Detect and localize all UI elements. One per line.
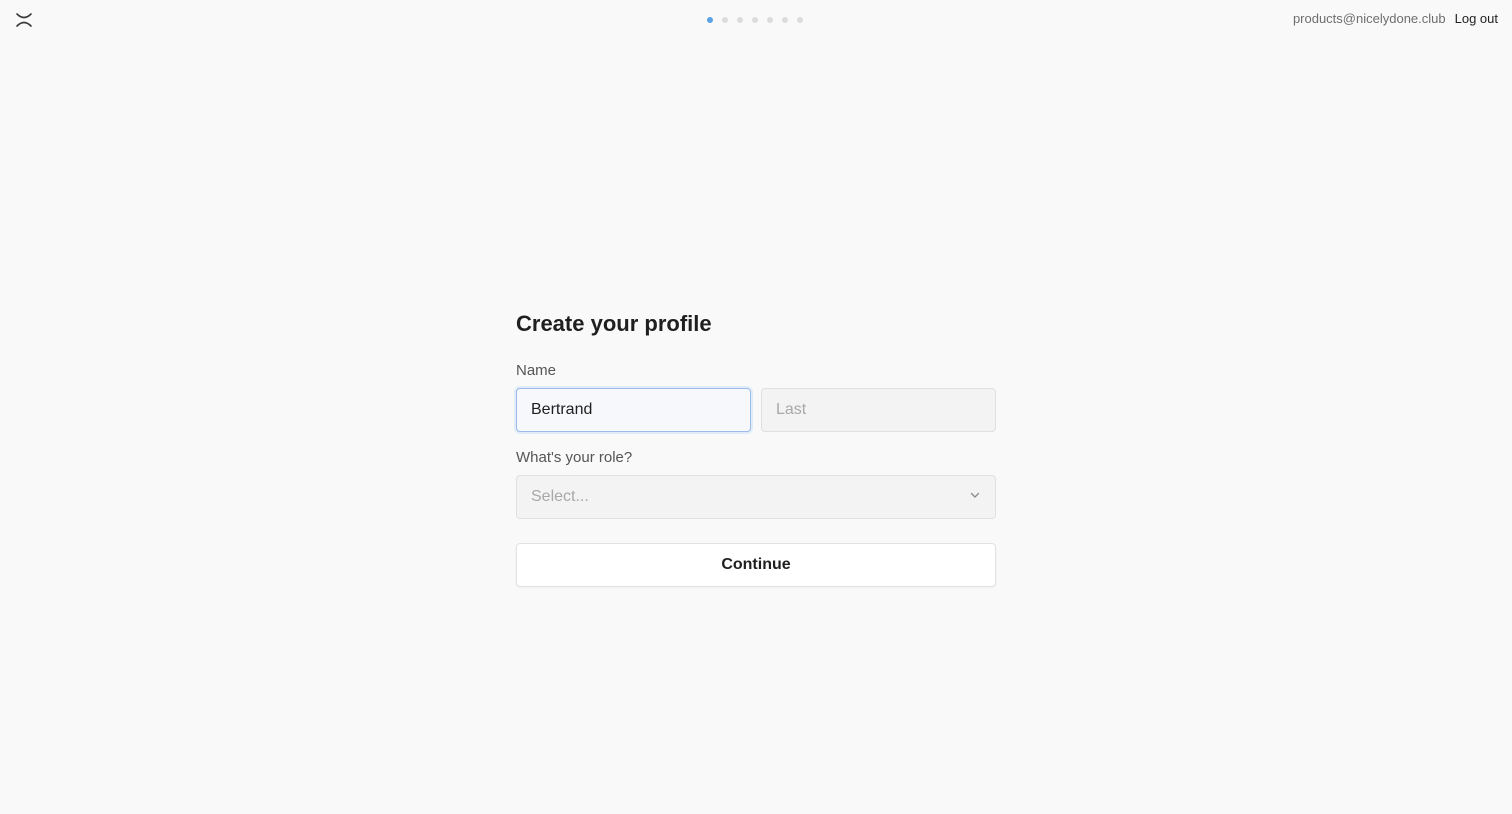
first-name-input[interactable] — [516, 388, 751, 432]
name-row — [516, 388, 996, 432]
page-title: Create your profile — [516, 311, 712, 336]
role-select[interactable]: Select... — [516, 475, 996, 519]
step-indicator — [707, 17, 803, 23]
continue-button[interactable]: Continue — [516, 543, 996, 587]
logo-icon[interactable] — [14, 10, 34, 30]
account-area: products@nicelydone.club Log out — [1293, 11, 1498, 26]
step-dot-4 — [752, 17, 758, 23]
logout-link[interactable]: Log out — [1455, 11, 1498, 26]
onboarding-page: products@nicelydone.club Log out Create … — [0, 0, 1512, 814]
last-name-input[interactable] — [761, 388, 996, 432]
role-label: What's your role? — [516, 449, 633, 466]
step-dot-2 — [722, 17, 728, 23]
step-dot-3 — [737, 17, 743, 23]
account-email: products@nicelydone.club — [1292, 11, 1446, 26]
step-dot-5 — [767, 17, 773, 23]
step-dot-1 — [707, 17, 713, 23]
step-dot-7 — [797, 17, 803, 23]
chevron-down-icon — [969, 488, 981, 506]
profile-form: Create your profile Name What's your rol… — [516, 308, 996, 587]
role-select-placeholder: Select... — [531, 488, 589, 505]
name-label: Name — [516, 362, 557, 379]
step-dot-6 — [782, 17, 788, 23]
